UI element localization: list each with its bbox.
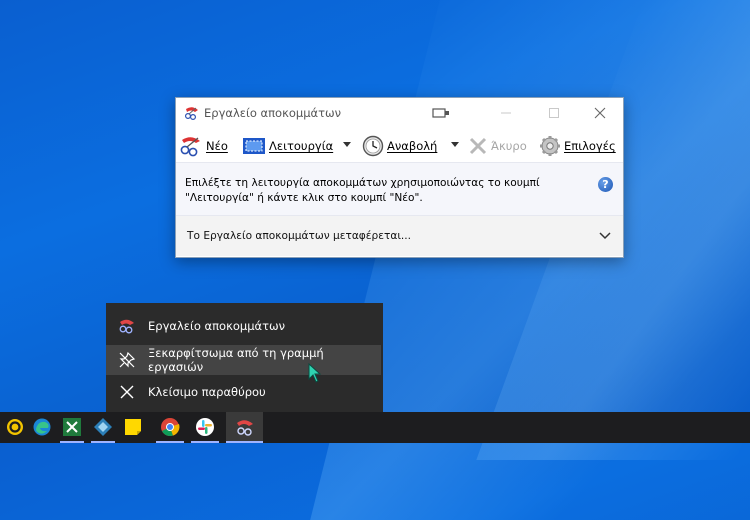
taskbar-jump-list: Εργαλείο αποκομμάτων Ξεκαρφίτσωμα από τη… xyxy=(106,303,383,413)
jump-item-close-window[interactable]: Κλείσιμο παραθύρου xyxy=(106,377,383,407)
jump-item-label: Εργαλείο αποκομμάτων xyxy=(148,319,286,333)
new-button-label: Νέο xyxy=(206,139,228,153)
cancel-x-icon xyxy=(469,137,487,155)
toolbar: Νέο Λειτουργία Αναβολή Άκυρο Επιλογές xyxy=(176,130,623,162)
chrome-icon[interactable] xyxy=(160,417,180,437)
gear-icon xyxy=(540,136,560,156)
maximize-button[interactable] xyxy=(542,103,566,123)
mouse-cursor-icon xyxy=(308,363,322,383)
jump-item-unpin[interactable]: Ξεκαρφίτσωμα από τη γραμμή εργασιών xyxy=(106,345,381,375)
options-button-label: Επιλογές xyxy=(564,139,616,153)
mode-icon xyxy=(243,138,265,154)
excel-icon[interactable] xyxy=(62,417,82,437)
jump-item-label: Ξεκαρφίτσωμα από τη γραμμή εργασιών xyxy=(148,346,324,374)
delay-dropdown-caret[interactable] xyxy=(451,142,459,147)
jump-item-snipping-tool[interactable]: Εργαλείο αποκομμάτων xyxy=(106,311,383,341)
options-button[interactable]: Επιλογές xyxy=(539,130,616,162)
moving-notice-text: Το Εργαλείο αποκομμάτων μεταφέρεται... xyxy=(187,230,412,242)
new-button[interactable]: Νέο xyxy=(179,130,228,162)
snipping-tool-icon[interactable] xyxy=(235,417,255,437)
slack-icon[interactable] xyxy=(195,417,215,437)
close-icon xyxy=(118,383,136,401)
kodi-icon[interactable] xyxy=(93,417,113,437)
instruction-text: Επιλέξτε τη λειτουργία αποκομμάτων χρησι… xyxy=(185,177,540,204)
title-bar[interactable]: Εργαλείο αποκομμάτων xyxy=(176,98,623,128)
sticky-notes-icon[interactable] xyxy=(123,417,143,437)
clock-icon xyxy=(362,135,384,157)
edge-icon[interactable] xyxy=(32,417,52,437)
cancel-button-label: Άκυρο xyxy=(491,139,527,153)
window-title: Εργαλείο αποκομμάτων xyxy=(204,106,342,120)
unpin-icon xyxy=(118,351,136,369)
snipping-tool-window: Εργαλείο αποκομμάτων Νέο Λειτουργία Αναβ… xyxy=(175,97,624,258)
help-icon[interactable]: ? xyxy=(598,177,613,192)
new-snip-icon xyxy=(180,137,200,157)
mode-button-label: Λειτουργία xyxy=(269,139,334,153)
delay-button-label: Αναβολή xyxy=(387,139,438,153)
tablet-mode-icon[interactable] xyxy=(429,103,453,123)
minimize-button[interactable] xyxy=(494,103,518,123)
snipping-tool-icon xyxy=(118,317,136,335)
chevron-down-icon[interactable] xyxy=(599,229,611,241)
snipping-tool-icon xyxy=(184,107,198,120)
cancel-button[interactable]: Άκυρο xyxy=(468,130,527,162)
mode-button[interactable]: Λειτουργία xyxy=(242,130,333,162)
mode-dropdown-caret[interactable] xyxy=(343,142,351,147)
instruction-panel: Επιλέξτε τη λειτουργία αποκομμάτων χρησι… xyxy=(176,162,623,216)
taskbar xyxy=(0,412,750,443)
close-button[interactable] xyxy=(588,103,612,123)
moving-notice[interactable]: Το Εργαλείο αποκομμάτων μεταφέρεται... xyxy=(176,216,623,256)
cortana-icon[interactable] xyxy=(5,417,25,437)
delay-button[interactable]: Αναβολή xyxy=(362,130,437,162)
jump-item-label: Κλείσιμο παραθύρου xyxy=(148,385,266,399)
